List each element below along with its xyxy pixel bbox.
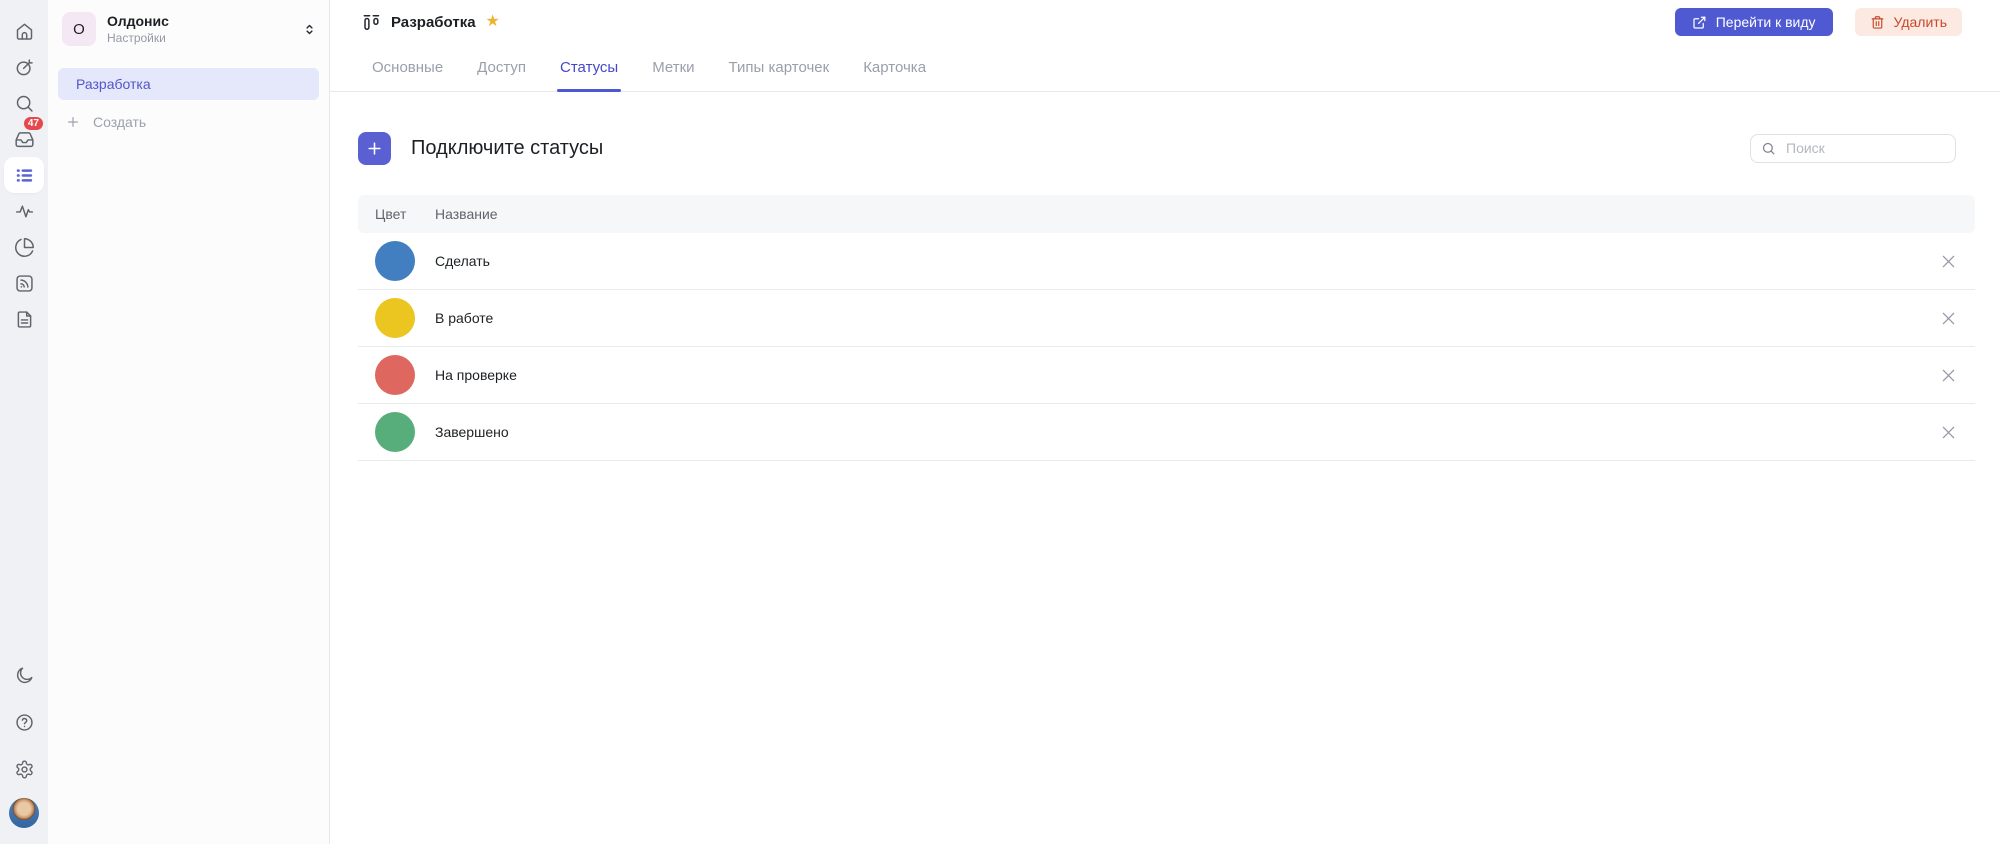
content: Подключите статусы Цвет Название Сделать — [330, 92, 2000, 462]
tabs: Основные Доступ Статусы Метки Типы карточек К… — [330, 44, 2000, 92]
board-icon — [361, 12, 382, 33]
tab-tipy-kartochek[interactable]: Типы карточек — [729, 44, 830, 91]
rail-bottom — [4, 657, 44, 828]
column-header-name: Название — [435, 206, 498, 223]
column-header-color: Цвет — [375, 206, 407, 223]
workspace-subtitle: Настройки — [107, 31, 166, 45]
tab-metki[interactable]: Метки — [652, 44, 694, 91]
add-status-button[interactable] — [358, 131, 391, 165]
remove-status-button[interactable] — [1935, 305, 1961, 331]
pie-chart-icon[interactable] — [4, 229, 44, 265]
feed-icon[interactable] — [4, 265, 44, 301]
status-row: На проверке — [358, 347, 1975, 405]
delete-button[interactable]: Удалить — [1854, 8, 1962, 36]
status-color-cell — [358, 355, 435, 396]
tab-kartochka[interactable]: Карточка — [863, 44, 926, 91]
gear-icon[interactable] — [4, 751, 44, 787]
goto-view-label: Перейти к виду — [1715, 14, 1816, 30]
help-icon[interactable] — [4, 704, 44, 740]
plus-icon — [368, 142, 381, 155]
table-rows: Сделать В работе На проверке Завершено — [358, 233, 1975, 462]
main-header: Разработка ★ Перейти к виду Удалить — [330, 0, 2000, 44]
status-name: Сделать — [435, 253, 490, 270]
status-color-cell — [358, 298, 435, 339]
status-color-dot[interactable] — [375, 241, 415, 282]
close-icon — [1942, 426, 1954, 438]
sidebar-menu: Разработка — [48, 68, 329, 100]
status-name: В работе — [435, 310, 494, 327]
status-row: Завершено — [358, 404, 1975, 462]
app: 47 О Олдонис Настройки Разработка Создат… — [0, 0, 2000, 844]
trash-icon — [1871, 15, 1883, 29]
tab-osnovnye[interactable]: Основные — [372, 44, 443, 91]
activity-icon[interactable] — [4, 193, 44, 229]
workspace-avatar: О — [62, 12, 96, 46]
header-actions: Перейти к виду Удалить — [1674, 8, 1962, 36]
goto-view-button[interactable]: Перейти к виду — [1674, 8, 1833, 36]
main-panel: Разработка ★ Перейти к виду Удалить Осно… — [330, 0, 2000, 844]
inbox-badge: 47 — [23, 117, 43, 130]
remove-status-button[interactable] — [1935, 419, 1961, 445]
status-color-dot[interactable] — [375, 412, 415, 453]
table-header: Цвет Название — [358, 195, 1975, 234]
search-icon — [1762, 142, 1775, 155]
close-icon — [1942, 312, 1954, 324]
content-top: Подключите статусы — [358, 120, 1975, 176]
remove-status-button[interactable] — [1935, 248, 1961, 274]
delete-label: Удалить — [1893, 14, 1947, 30]
status-color-cell — [358, 241, 435, 282]
external-link-icon — [1693, 16, 1706, 29]
icon-rail: 47 — [0, 0, 48, 844]
chevron-up-down-icon — [302, 22, 317, 37]
workspace-switcher[interactable]: О Олдонис Настройки — [48, 8, 329, 50]
search-icon[interactable] — [4, 85, 44, 121]
remove-status-button[interactable] — [1935, 362, 1961, 388]
status-color-dot[interactable] — [375, 355, 415, 396]
close-icon — [1942, 369, 1954, 381]
lists-icon[interactable] — [4, 157, 44, 193]
goals-icon[interactable] — [4, 49, 44, 85]
tab-dostup[interactable]: Доступ — [477, 44, 526, 91]
status-name: Завершено — [435, 424, 509, 441]
user-avatar-photo[interactable] — [9, 798, 39, 828]
search-box — [1750, 133, 1956, 163]
plus-icon — [68, 117, 78, 127]
status-row: Сделать — [358, 233, 1975, 291]
status-name: На проверке — [435, 367, 517, 384]
favorite-star-icon[interactable]: ★ — [486, 14, 500, 30]
workspace-meta: Олдонис Настройки — [107, 13, 169, 45]
document-icon[interactable] — [4, 301, 44, 337]
status-color-cell — [358, 412, 435, 453]
moon-icon[interactable] — [4, 657, 44, 693]
create-button[interactable]: Создать — [48, 106, 329, 138]
search-input[interactable] — [1784, 139, 1945, 158]
workspace-name: Олдонис — [107, 13, 169, 29]
sidebar-item-razrabotka[interactable]: Разработка — [58, 68, 319, 100]
status-color-dot[interactable] — [375, 298, 415, 339]
section-heading: Подключите статусы — [411, 136, 604, 159]
close-icon — [1942, 255, 1954, 267]
workspace-sidebar: О Олдонис Настройки Разработка Создать — [48, 0, 330, 844]
tab-statusy[interactable]: Статусы — [557, 44, 622, 92]
statuses-table: Цвет Название Сделать В работе На провер… — [358, 195, 1975, 462]
page-title: Разработка — [391, 13, 476, 31]
status-row: В работе — [358, 290, 1975, 348]
home-icon[interactable] — [4, 13, 44, 49]
inbox-icon[interactable]: 47 — [4, 117, 44, 157]
create-label: Создать — [93, 114, 147, 130]
